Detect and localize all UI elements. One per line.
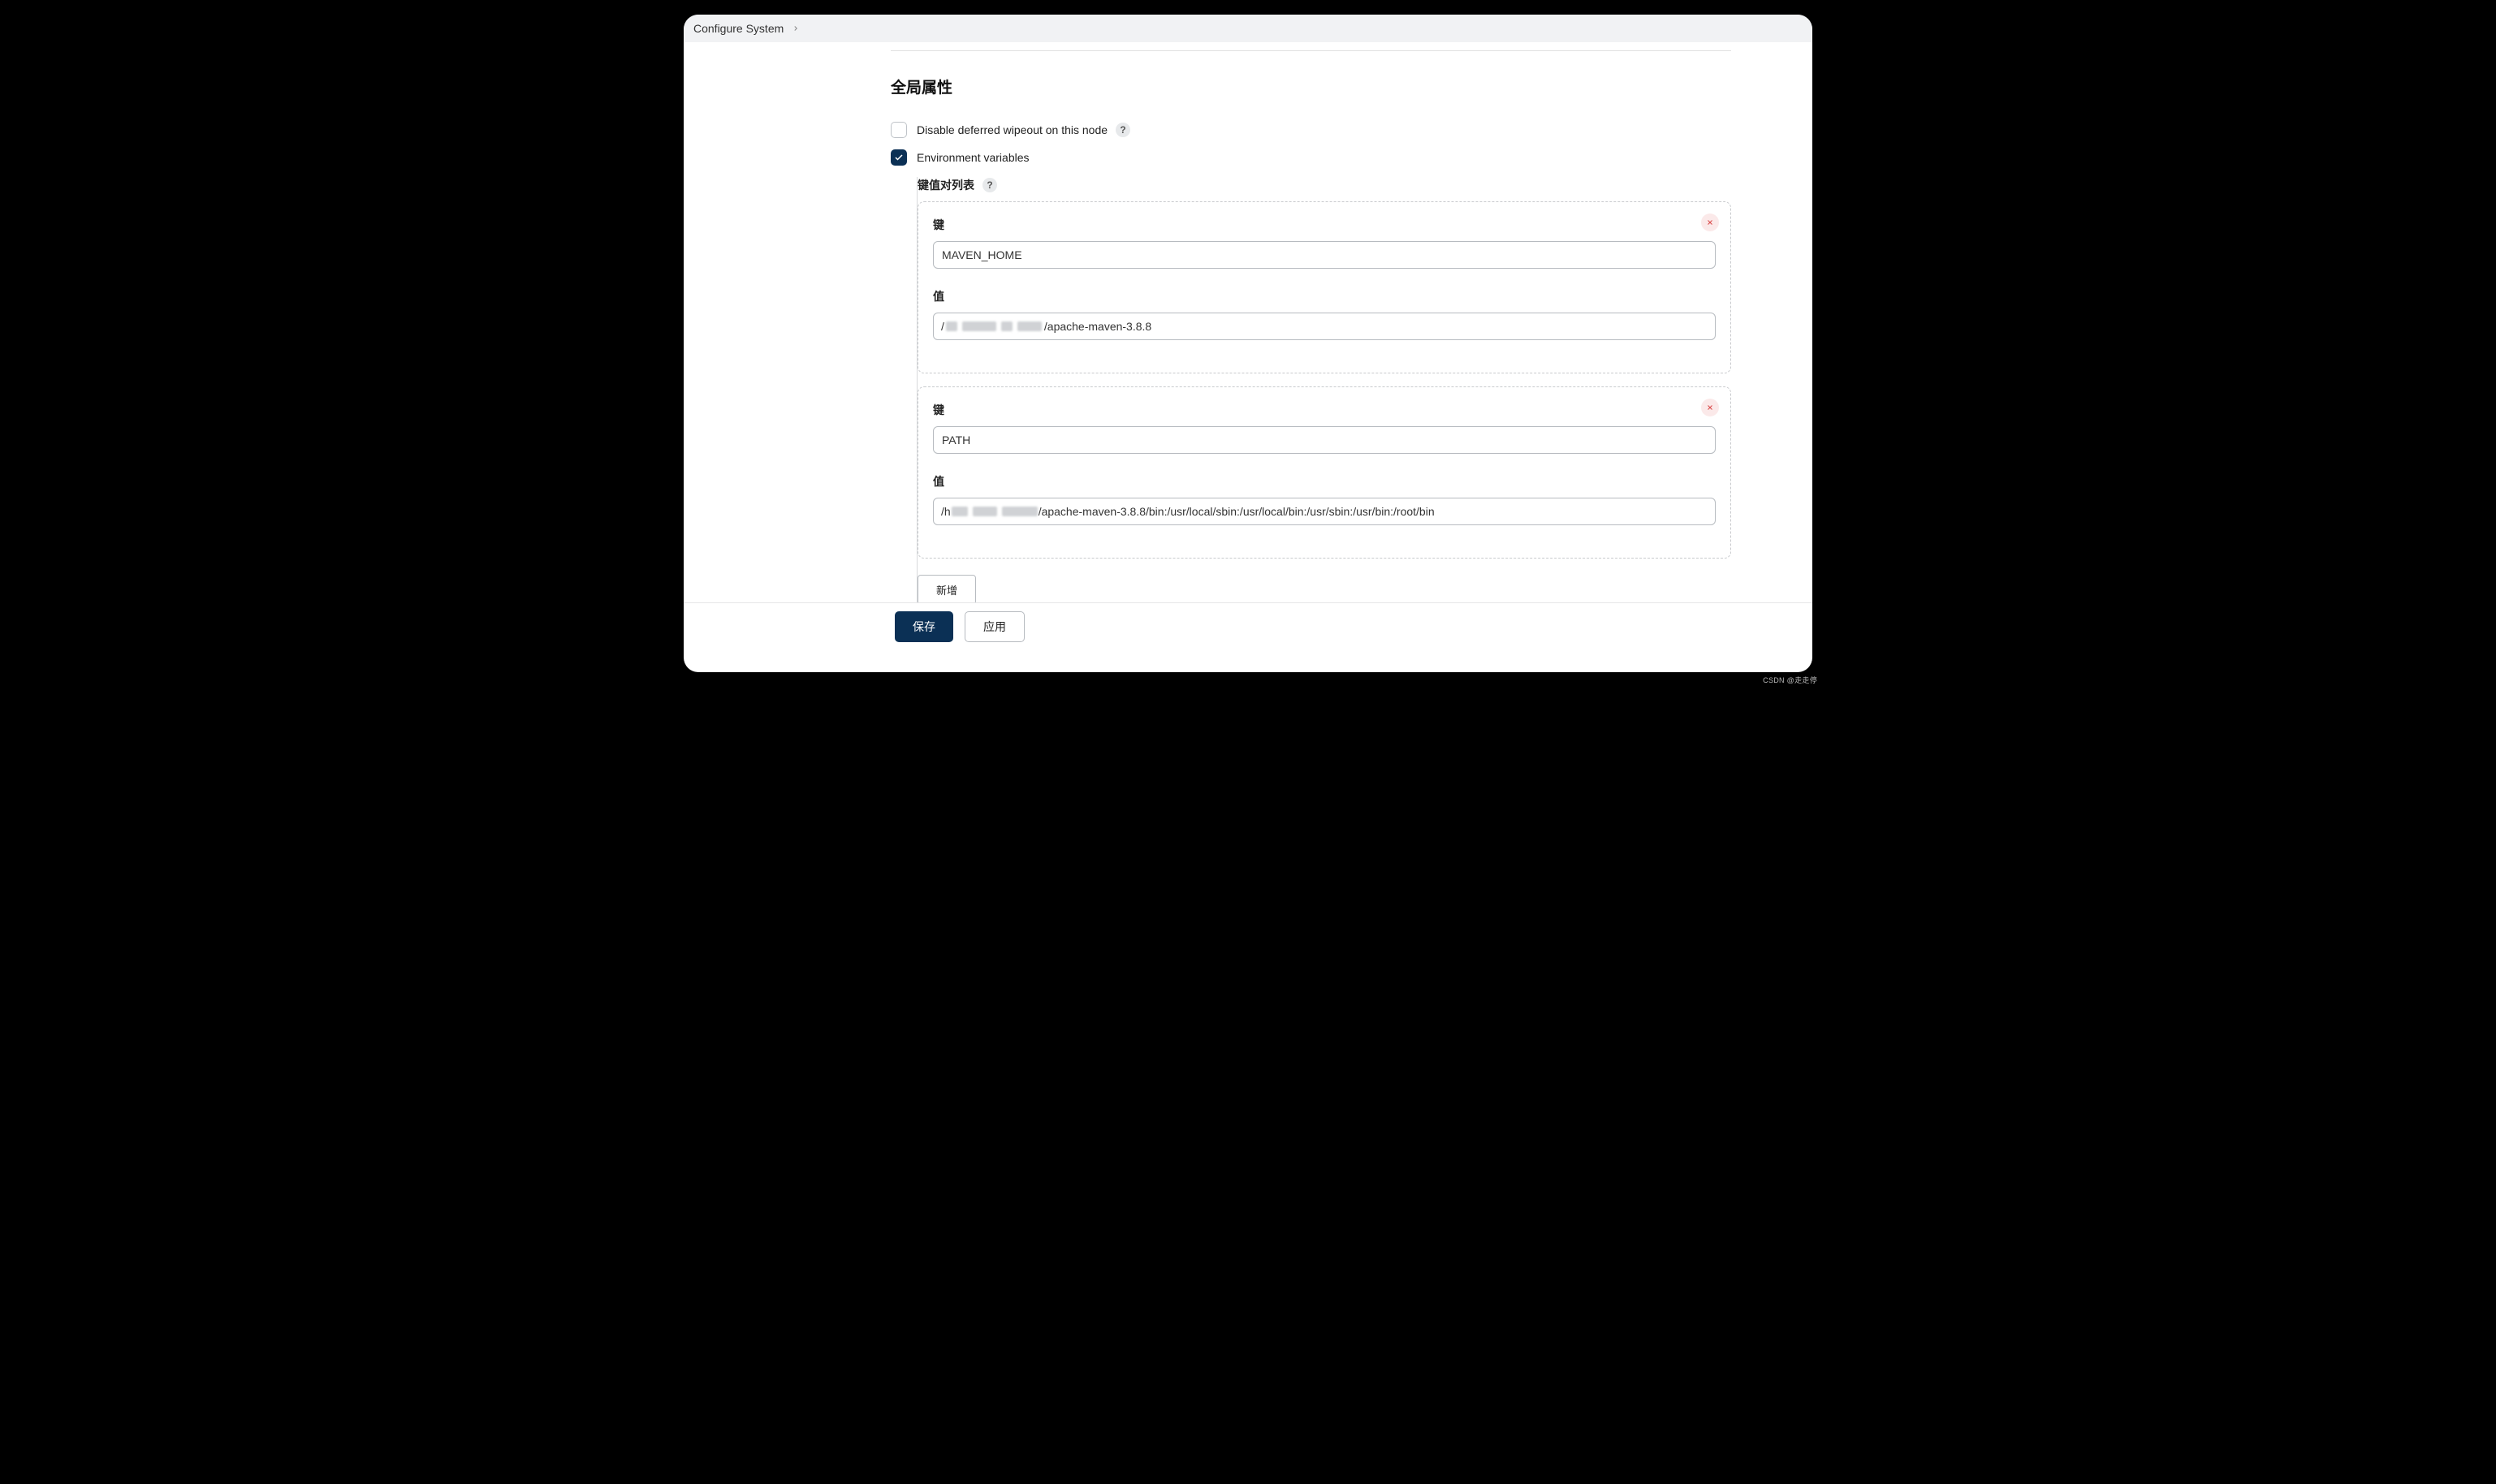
- add-entry-button[interactable]: 新增: [918, 575, 976, 605]
- help-icon[interactable]: ?: [982, 178, 997, 192]
- remove-entry-button[interactable]: [1701, 214, 1719, 231]
- value-label: 值: [933, 473, 1716, 490]
- kv-entry: 键 值 /: [918, 201, 1731, 373]
- env-vars-label: Environment variables: [917, 151, 1030, 164]
- kv-list-label: 键值对列表: [918, 177, 974, 193]
- env-vars-checkbox[interactable]: [891, 149, 907, 166]
- key-input[interactable]: [933, 426, 1716, 454]
- value-suffix: /apache-maven-3.8.8: [1044, 320, 1151, 333]
- redacted-region: [946, 321, 1042, 331]
- redacted-region: [952, 507, 1038, 516]
- apply-button[interactable]: 应用: [965, 611, 1025, 642]
- value-label: 值: [933, 288, 1716, 304]
- value-prefix: /h: [941, 505, 951, 518]
- key-input[interactable]: [933, 241, 1716, 269]
- key-label: 键: [933, 217, 1716, 233]
- help-icon[interactable]: ?: [1116, 123, 1130, 137]
- watermark: CSDN @走走停: [1763, 675, 1817, 685]
- footer-bar: 保存 应用: [684, 602, 1812, 654]
- remove-entry-button[interactable]: [1701, 399, 1719, 416]
- chevron-right-icon: [792, 24, 800, 32]
- breadcrumb-title[interactable]: Configure System: [693, 22, 784, 35]
- key-label: 键: [933, 402, 1716, 418]
- divider: [891, 50, 1731, 51]
- section-title: 全局属性: [891, 75, 1731, 97]
- value-suffix: /apache-maven-3.8.8/bin:/usr/local/sbin:…: [1039, 505, 1435, 518]
- kv-entry: 键 值 /h: [918, 386, 1731, 559]
- value-prefix: /: [941, 320, 944, 333]
- disable-wipeout-label: Disable deferred wipeout on this node: [917, 123, 1108, 136]
- breadcrumb: Configure System: [684, 15, 1812, 42]
- disable-wipeout-checkbox[interactable]: [891, 122, 907, 138]
- save-button[interactable]: 保存: [895, 611, 953, 642]
